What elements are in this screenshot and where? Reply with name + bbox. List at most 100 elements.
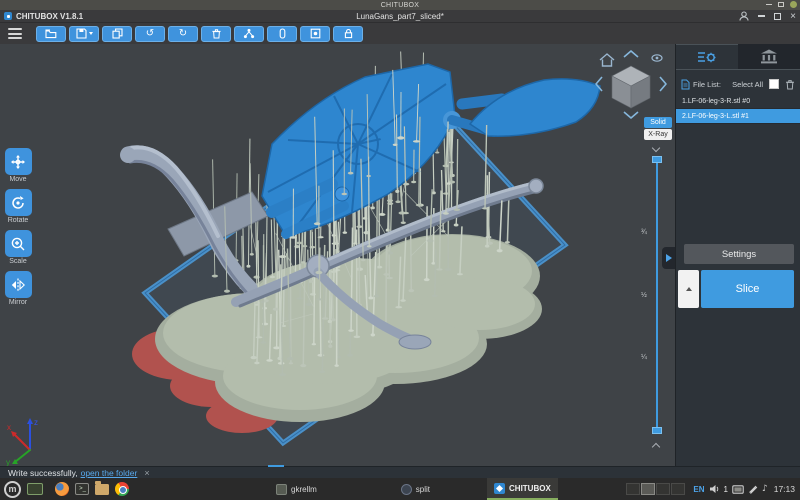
tab-print-info[interactable] (738, 44, 800, 69)
perspective-eye-icon (652, 55, 662, 61)
settings-button[interactable]: Settings (684, 244, 794, 264)
move-label: Move (9, 176, 26, 183)
workspace-3[interactable] (656, 483, 670, 495)
task-split[interactable]: split (394, 478, 437, 500)
task-chitubox-active[interactable]: CHITUBOX (487, 478, 558, 500)
window-maximize-icon[interactable] (774, 13, 781, 20)
undo-button[interactable]: ↺ (135, 26, 165, 42)
workspace-1[interactable] (626, 483, 640, 495)
window-minimize-icon[interactable] (758, 15, 765, 17)
slider-track[interactable] (656, 163, 658, 431)
file-list-header: File List: Select All (676, 74, 800, 94)
right-panel: File List: Select All 1.LF-06-leg-3-R.st… (675, 44, 800, 466)
slider-step-down-icon[interactable] (652, 144, 660, 152)
file-name: 1.LF-06-leg-3-R.stl #0 (682, 98, 750, 105)
move-icon (10, 154, 26, 170)
wm-restore-icon[interactable] (778, 2, 784, 7)
slice-button[interactable]: Slice (701, 270, 794, 308)
workspace-switcher[interactable] (626, 483, 685, 495)
delete-button[interactable] (201, 26, 231, 42)
scale-button[interactable] (5, 230, 32, 257)
user-account-icon[interactable] (739, 11, 749, 21)
slider-upper-handle[interactable] (652, 156, 662, 163)
show-desktop-button[interactable] (27, 483, 43, 495)
lock-button[interactable] (333, 26, 363, 42)
save-dropdown-caret-icon[interactable] (89, 32, 93, 35)
status-close-icon[interactable]: × (144, 468, 149, 478)
open-file-button[interactable] (36, 26, 66, 42)
capsule-icon (277, 28, 288, 39)
trash-icon (211, 28, 222, 39)
document-title: LunaGans_part7_sliced* (356, 12, 444, 21)
volume-icon[interactable] (709, 484, 720, 494)
slider-mark-quarter: ¼ (641, 354, 647, 361)
model-blue-slab (470, 79, 600, 136)
terminal-launcher-icon[interactable]: >_ (75, 483, 89, 495)
copy-button[interactable] (102, 26, 132, 42)
rotate-right-icon (660, 77, 666, 91)
view-cube (596, 51, 666, 118)
auto-arrange-button[interactable] (234, 26, 264, 42)
file-row-0[interactable]: 1.LF-06-leg-3-R.stl #0 (676, 94, 800, 109)
redo-button[interactable]: ↻ (168, 26, 198, 42)
rotate-label: Rotate (8, 217, 29, 224)
axis-triad: z x y (6, 418, 38, 466)
move-button[interactable] (5, 148, 32, 175)
media-note-icon[interactable]: ♪ (762, 484, 768, 494)
task-gkrellm[interactable]: gkrellm (269, 478, 324, 500)
select-all-label: Select All (732, 80, 763, 89)
file-row-1[interactable]: 2.LF-06-leg-3-L.stl #1 (676, 109, 800, 124)
task-label: split (416, 485, 430, 494)
gkrellm-icon (276, 484, 287, 495)
rotate-icon (10, 195, 26, 211)
tab-file-settings[interactable] (676, 44, 738, 69)
list-settings-icon (697, 50, 717, 65)
menu-icon[interactable] (8, 28, 22, 39)
slice-options-button[interactable] (678, 270, 699, 308)
slider-lower-handle[interactable] (652, 427, 662, 434)
open-folder-link[interactable]: open the folder (81, 468, 138, 478)
select-all-checkbox[interactable] (769, 79, 779, 89)
3d-viewport[interactable]: z x y Move (0, 44, 675, 466)
start-menu-button[interactable]: m (4, 481, 21, 498)
chrome-launcher-icon[interactable] (115, 482, 129, 496)
orientation-cube (612, 66, 650, 108)
panel-collapse-button[interactable] (662, 247, 675, 269)
workspace-4[interactable] (671, 483, 685, 495)
document-icon (681, 79, 690, 90)
mirror-icon (10, 277, 26, 293)
wm-minimize-icon[interactable] (766, 4, 772, 6)
save-button[interactable] (69, 26, 99, 42)
scale-label: Scale (9, 258, 27, 265)
axis-z-label: z (34, 418, 38, 427)
caret-up-icon (686, 287, 692, 291)
wm-close-icon[interactable] (790, 1, 797, 8)
view-mode-toggle: Solid X-Ray (644, 117, 672, 141)
hollow-button[interactable] (267, 26, 297, 42)
files-launcher-icon[interactable] (95, 484, 109, 495)
progress-accent (268, 465, 284, 467)
lock-icon (343, 28, 354, 39)
axis-y-label: y (6, 458, 10, 466)
slider-step-up-icon[interactable] (652, 443, 660, 451)
mirror-button[interactable] (5, 271, 32, 298)
keyboard-layout-indicator[interactable]: EN (693, 485, 704, 494)
solid-view-button[interactable]: Solid (644, 117, 672, 128)
window-close-icon[interactable]: × (790, 13, 796, 20)
clock[interactable]: 17:13 (774, 484, 795, 494)
firefox-launcher-icon[interactable] (55, 482, 69, 496)
xray-view-button[interactable]: X-Ray (644, 129, 672, 140)
redo-icon: ↻ (179, 29, 187, 39)
pen-icon[interactable] (748, 484, 758, 494)
delete-files-icon[interactable] (785, 79, 795, 90)
rotate-button[interactable] (5, 189, 32, 216)
display-icon[interactable] (732, 485, 744, 494)
main-toolbar: ↺ ↻ (0, 22, 800, 44)
notification-count: 1 (724, 485, 728, 494)
workspace-2-active[interactable] (641, 483, 655, 495)
app-titlebar: CHITUBOX V1.8.1 LunaGans_part7_sliced* × (0, 10, 800, 22)
dig-hole-button[interactable] (300, 26, 330, 42)
museum-icon (760, 49, 778, 64)
rotate-up-icon (624, 51, 638, 57)
taskbar: m >_ gkrellm split CHITUBOX EN 1 (0, 478, 800, 500)
